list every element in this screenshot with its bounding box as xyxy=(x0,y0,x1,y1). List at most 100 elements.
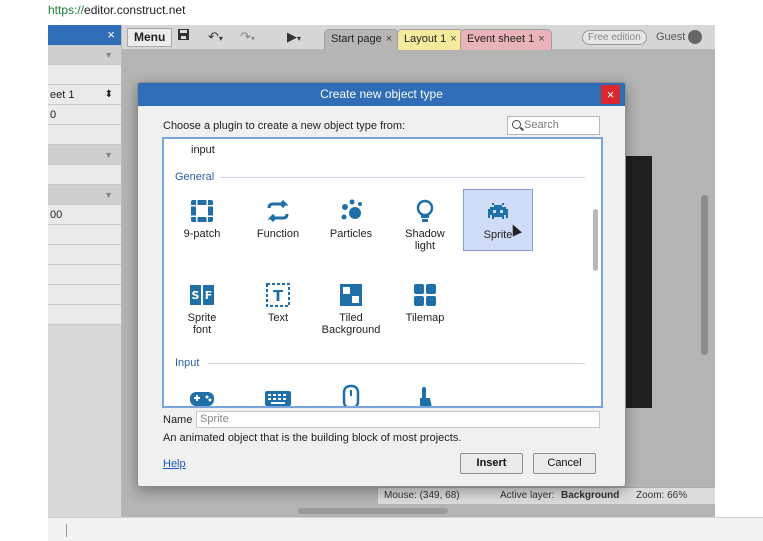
panel-row[interactable]: 00 xyxy=(48,205,121,225)
horizontal-scrollbar[interactable] xyxy=(298,508,448,514)
tab-start-page[interactable]: Start page × xyxy=(324,29,400,50)
dialog-prompt: Choose a plugin to create a new object t… xyxy=(163,120,406,132)
list-item[interactable]: input xyxy=(191,144,215,156)
panel-row-value: 00 xyxy=(50,209,63,221)
plugin-description: An animated object that is the building … xyxy=(163,432,462,444)
sprite-font-icon: SF xyxy=(189,282,215,308)
plugin-sprite-font[interactable]: SF Sprite font xyxy=(167,273,237,343)
cancel-button[interactable]: Cancel xyxy=(533,453,596,474)
panel-row[interactable]: eet 1 ⬍ xyxy=(48,85,121,105)
properties-panel: × ▼ eet 1 ⬍ 0 ▼ ▼ 00 xyxy=(48,25,122,517)
panel-row[interactable] xyxy=(48,165,121,185)
undo-icon[interactable]: ↶▾ xyxy=(208,28,223,46)
panel-row[interactable]: ▼ xyxy=(48,185,121,205)
svg-text:T: T xyxy=(273,287,284,305)
category-general: General xyxy=(175,171,215,183)
address-bar[interactable]: https://editor.construct.net xyxy=(48,0,763,20)
panel-row[interactable] xyxy=(48,125,121,145)
chevron-down-icon[interactable]: ▼ xyxy=(104,145,113,165)
category-input: Input xyxy=(175,357,200,369)
nine-patch-icon xyxy=(189,198,215,224)
tab-layout-1[interactable]: Layout 1 × xyxy=(397,29,464,50)
svg-text:S: S xyxy=(192,289,200,302)
plugin-tiled-background[interactable]: Tiled Background xyxy=(316,273,386,343)
url-scheme: https:// xyxy=(48,3,85,17)
help-link[interactable]: Help xyxy=(163,458,186,470)
create-object-dialog: Create new object type × Choose a plugin… xyxy=(137,82,626,487)
panel-row[interactable] xyxy=(48,285,121,305)
lightbulb-icon xyxy=(412,198,438,224)
status-bar: Mouse: (349, 68) Active layer: Backgroun… xyxy=(378,487,715,504)
save-icon[interactable] xyxy=(177,28,190,46)
panel-row[interactable]: ▼ xyxy=(48,145,121,165)
panel-row[interactable]: 0 xyxy=(48,105,121,125)
panel-row-value: 0 xyxy=(50,109,57,121)
close-button[interactable]: × xyxy=(601,85,620,104)
redo-icon[interactable]: ↷▾ xyxy=(240,28,255,46)
search-input[interactable]: Search xyxy=(507,116,600,135)
search-icon xyxy=(512,120,521,129)
plugin-label: Shadow light xyxy=(405,228,445,252)
dialog-title: Create new object type xyxy=(320,87,443,101)
plugin-keyboard[interactable] xyxy=(243,375,313,406)
properties-panel-header: × xyxy=(48,25,121,45)
tab-label: Event sheet 1 xyxy=(467,33,535,45)
menu-button[interactable]: Menu xyxy=(127,28,173,47)
free-edition-badge[interactable]: Free edition xyxy=(582,30,647,45)
mouse-position: Mouse: (349, 68) xyxy=(384,490,460,501)
editor-window: https://editor.construct.net × ▼ eet 1 ⬍ … xyxy=(0,0,763,541)
plugin-label: Particles xyxy=(329,228,373,240)
plugin-label: Function xyxy=(256,228,300,240)
tab-label: Start page xyxy=(331,33,382,45)
close-icon[interactable]: × xyxy=(107,27,115,42)
plugin-gamepad[interactable] xyxy=(167,375,237,406)
panel-row[interactable] xyxy=(48,305,121,325)
plugin-touch[interactable] xyxy=(390,375,460,406)
touch-icon xyxy=(412,384,438,406)
plugin-tilemap[interactable]: Tilemap xyxy=(390,273,460,343)
plugin-label: Sprite font xyxy=(187,312,217,336)
chevron-down-icon[interactable]: ▼ xyxy=(104,185,113,205)
layout-canvas[interactable] xyxy=(626,156,652,408)
panel-row[interactable] xyxy=(48,265,121,285)
panel-row[interactable] xyxy=(48,65,121,85)
plugin-function[interactable]: Function xyxy=(243,189,313,257)
main-toolbar: Menu ↶▾ ↷▾ ▶▾ Start page × Layout 1 × Even… xyxy=(122,25,715,50)
gamepad-icon xyxy=(189,384,215,406)
plugin-mouse[interactable] xyxy=(316,375,386,406)
panel-row[interactable]: ▼ xyxy=(48,45,121,65)
play-icon[interactable]: ▶▾ xyxy=(287,28,301,46)
stepper-icon[interactable]: ⬍ xyxy=(105,85,113,105)
zoom-level: Zoom: 66% xyxy=(636,490,688,501)
panel-row[interactable] xyxy=(48,225,121,245)
active-layer-value: Background xyxy=(561,490,620,501)
keyboard-icon xyxy=(265,384,291,406)
plugin-list[interactable]: input General 9-patch Function Particles… xyxy=(162,137,603,408)
function-icon xyxy=(265,198,291,224)
tilemap-icon xyxy=(412,282,438,308)
list-scrollbar[interactable] xyxy=(593,209,598,271)
tab-event-sheet-1[interactable]: Event sheet 1 × xyxy=(460,29,552,50)
name-field[interactable]: Sprite xyxy=(196,411,600,428)
user-name[interactable]: Guest xyxy=(656,30,685,45)
chevron-down-icon[interactable]: ▼ xyxy=(104,45,113,65)
close-icon[interactable]: × xyxy=(386,33,392,45)
active-layer-label: Active layer: xyxy=(500,490,555,501)
panel-row-value: eet 1 xyxy=(50,89,75,101)
panel-row[interactable] xyxy=(48,245,121,265)
bottom-bar xyxy=(48,517,763,541)
plugin-9-patch[interactable]: 9-patch xyxy=(167,189,237,257)
divider xyxy=(220,177,585,178)
vertical-scrollbar[interactable] xyxy=(701,195,708,355)
insert-button[interactable]: Insert xyxy=(460,453,523,474)
plugin-text[interactable]: T Text xyxy=(243,273,313,343)
user-avatar-icon[interactable] xyxy=(688,30,702,44)
divider xyxy=(66,524,67,537)
plugin-sprite[interactable]: Sprite xyxy=(463,189,533,251)
plugin-particles[interactable]: Particles xyxy=(316,189,386,257)
close-icon[interactable]: × xyxy=(538,33,544,45)
tiled-background-icon xyxy=(338,282,364,308)
plugin-shadow-light[interactable]: Shadow light xyxy=(390,189,460,257)
close-icon[interactable]: × xyxy=(450,33,456,45)
url-host: editor.construct.net xyxy=(84,3,186,17)
